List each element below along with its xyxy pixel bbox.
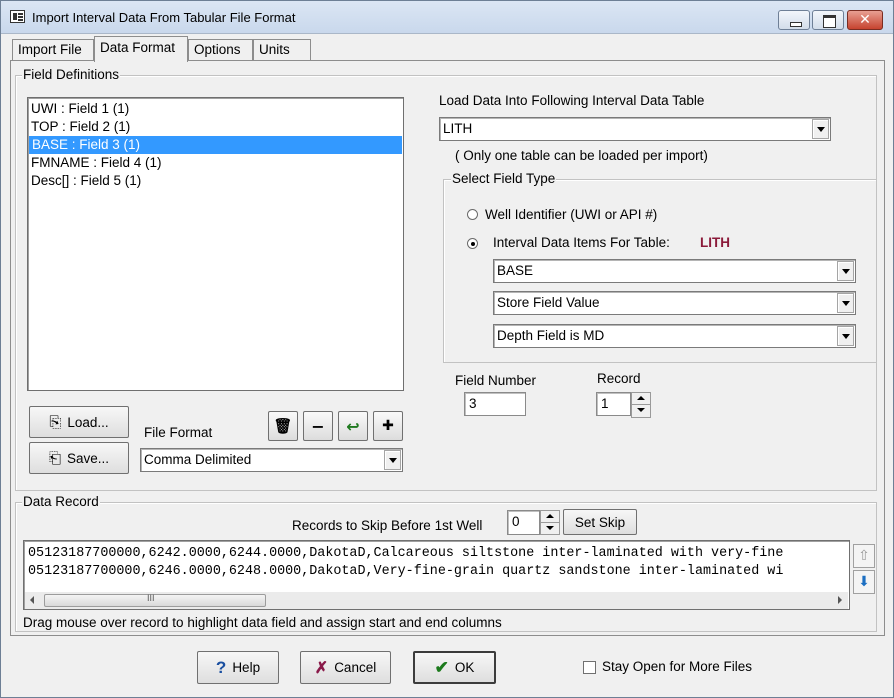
scroll-left-icon[interactable] [30,596,34,604]
skip-records-input[interactable]: 0 [507,510,540,535]
trash-icon: 🗑 [273,417,293,435]
chevron-down-icon[interactable] [384,450,401,470]
list-item-selected[interactable]: BASE : Field 3 (1) [29,136,402,154]
well-identifier-label: Well Identifier (UWI or API #) [485,207,658,222]
list-item[interactable]: UWI : Field 1 (1) [28,100,403,118]
tab-data-format[interactable]: Data Format [94,36,188,62]
arrow-down-icon: ⬇ [858,574,870,590]
interval-table-select[interactable]: LITH [439,117,831,141]
field-number-input[interactable]: 3 [464,392,526,416]
save-button[interactable]: ⎗ Save... [29,442,129,474]
undo-button[interactable]: ↩ [338,411,368,441]
chevron-up-icon[interactable] [541,511,559,523]
horizontal-scrollbar[interactable] [25,592,848,609]
store-option-select[interactable]: Store Field Value [493,291,856,315]
tab-import-file[interactable]: Import File [12,39,94,61]
set-skip-button[interactable]: Set Skip [563,509,637,535]
window-title: Import Interval Data From Tabular File F… [32,10,296,25]
checkmark-icon: ✔ [434,657,449,677]
minus-icon: − [311,416,325,436]
stay-open-checkbox[interactable] [583,661,596,674]
interval-item-select[interactable]: BASE [493,259,856,283]
record-hint: Drag mouse over record to highlight data… [23,615,502,630]
well-identifier-radio[interactable] [467,209,478,220]
chevron-down-icon[interactable] [837,326,854,346]
chevron-down-icon[interactable] [837,261,854,281]
record-input[interactable]: 1 [596,392,631,416]
data-record-label: Data Record [22,494,100,509]
add-field-button[interactable]: ✚ [373,411,403,441]
field-number-label: Field Number [455,373,537,388]
chevron-down-icon[interactable] [632,405,650,417]
file-format-select[interactable]: Comma Delimited [140,448,403,472]
chevron-down-icon[interactable] [541,523,559,535]
field-list[interactable]: UWI : Field 1 (1) TOP : Field 2 (1) BASE… [27,97,404,391]
data-record-viewer[interactable]: 05123187700000,6242.0000,6244.0000,Dakot… [23,540,850,610]
minimize-button[interactable] [778,10,810,30]
tab-options[interactable]: Options [188,39,253,61]
app-icon [10,10,25,23]
help-button[interactable]: ? Help [197,651,279,684]
close-button[interactable]: ✕ [847,10,883,30]
delete-field-button[interactable]: 🗑 [268,411,298,441]
load-button[interactable]: ⎘ Load... [29,406,129,438]
scroll-record-down-button[interactable]: ⬇ [853,570,875,594]
table-name-label: LITH [700,235,730,250]
interval-items-radio[interactable] [467,238,478,249]
help-question-icon: ? [215,657,227,677]
tab-units[interactable]: Units [253,39,311,61]
cancel-x-icon: ✗ [314,659,329,677]
scroll-record-up-button[interactable]: ⇧ [853,544,875,568]
import-dialog-window: Import Interval Data From Tabular File F… [0,0,894,698]
save-file-icon: ⎗ [48,449,61,467]
stay-open-label: Stay Open for More Files [602,659,753,674]
record-line[interactable]: 05123187700000,6242.0000,6244.0000,Dakot… [28,546,783,561]
depth-type-select[interactable]: Depth Field is MD [493,324,856,348]
field-type-label: Select Field Type [451,171,557,186]
load-table-note: ( Only one table can be loaded per impor… [455,148,708,163]
list-item[interactable]: TOP : Field 2 (1) [28,118,403,136]
record-stepper[interactable] [631,392,651,418]
arrow-up-icon: ⇧ [858,548,870,564]
load-file-icon: ⎘ [49,413,62,431]
title-bar: Import Interval Data From Tabular File F… [1,1,893,34]
chevron-up-icon[interactable] [632,393,650,405]
scrollbar-thumb[interactable] [44,593,266,607]
file-format-label: File Format [144,425,213,440]
record-label: Record [597,371,641,386]
remove-field-button[interactable]: − [303,411,333,441]
load-table-label: Load Data Into Following Interval Data T… [439,93,705,108]
skip-records-label: Records to Skip Before 1st Well [292,518,483,533]
list-item[interactable]: FMNAME : Field 4 (1) [28,154,403,172]
close-icon: ✕ [859,12,871,28]
undo-arrow-icon: ↩ [346,416,360,436]
chevron-down-icon[interactable] [837,293,854,313]
list-item[interactable]: Desc[] : Field 5 (1) [28,172,403,190]
scroll-right-icon[interactable] [838,596,842,604]
record-line[interactable]: 05123187700000,6246.0000,6248.0000,Dakot… [28,564,783,579]
ok-button[interactable]: ✔ OK [413,651,496,684]
skip-records-stepper[interactable] [540,510,560,535]
chevron-down-icon[interactable] [812,119,829,139]
plus-icon: ✚ [382,418,394,434]
maximize-button[interactable] [812,10,844,30]
field-definitions-label: Field Definitions [22,67,121,82]
interval-items-label: Interval Data Items For Table: [493,235,670,250]
cancel-button[interactable]: ✗ Cancel [300,651,391,684]
